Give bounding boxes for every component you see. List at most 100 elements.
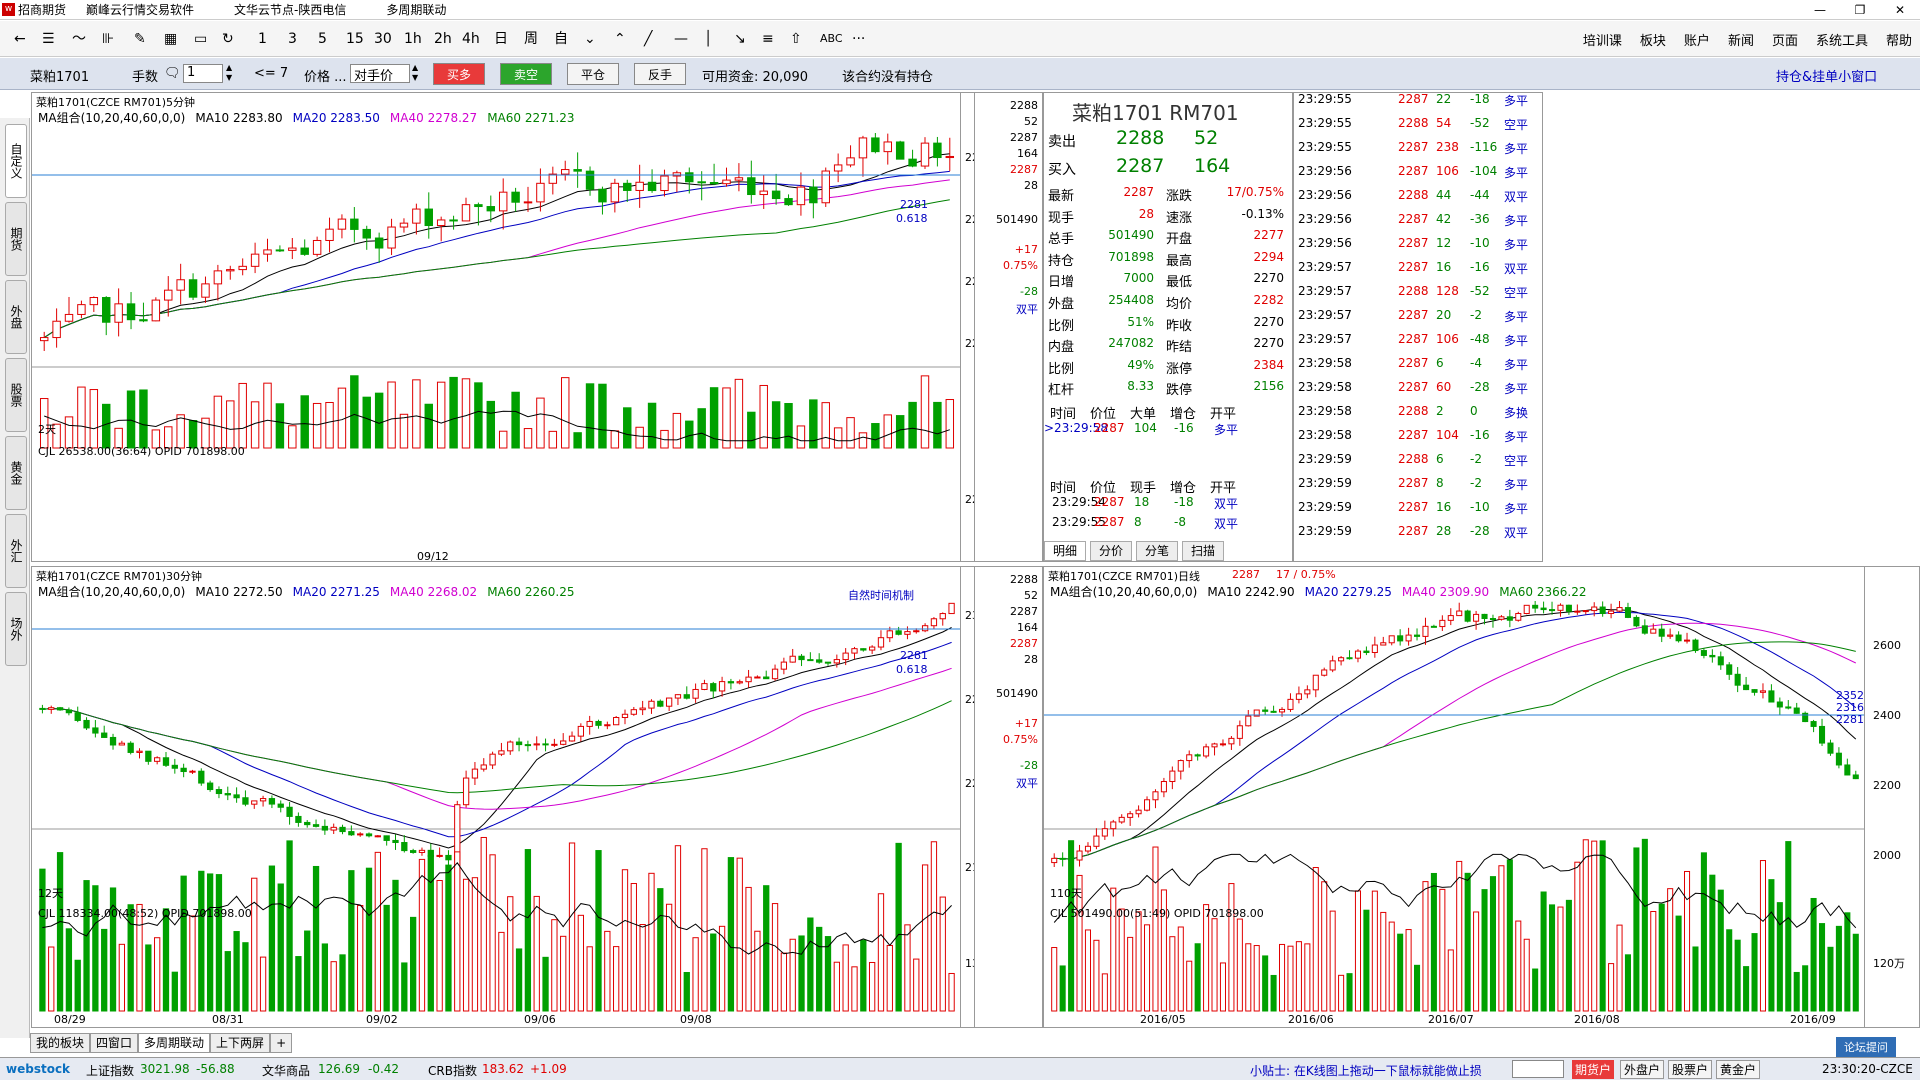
candle [747, 177, 756, 196]
candle [1262, 709, 1269, 712]
close-icon[interactable]: ✕ [1880, 0, 1920, 20]
chart-30min-panel[interactable]: 菜粕1701(CZCE RM701)30分钟 MA组合(10,20,40,60,… [31, 566, 1043, 1028]
more-tools-icon[interactable]: ··· [852, 30, 865, 48]
candle [727, 681, 735, 684]
side-tab-custom[interactable]: 自定义 [5, 124, 27, 198]
close-position-button[interactable]: 平仓 [567, 63, 619, 85]
chart-daily-canvas[interactable] [1044, 567, 1864, 1028]
volume-bar [1059, 965, 1066, 1012]
stock-account-button[interactable]: 股票户 [1668, 1060, 1713, 1079]
side-tab-forex[interactable]: 外汇 [5, 514, 27, 588]
restore-icon[interactable]: ❐ [1840, 0, 1880, 20]
period-30m[interactable]: 30 [374, 30, 392, 48]
chart-30min-canvas[interactable] [32, 567, 960, 1028]
table-icon[interactable]: ▦ [164, 30, 177, 48]
detail-tab[interactable]: 分价 [1090, 541, 1133, 561]
list-icon[interactable]: ☰ [42, 30, 55, 48]
days-30min: 12天 [38, 887, 63, 900]
save-icon[interactable]: ▭ [194, 30, 207, 48]
trend-icon[interactable]: 〜 [72, 30, 86, 48]
volume-bar [1414, 964, 1421, 1012]
menu-news[interactable]: 新闻 [1728, 30, 1754, 49]
position-window-link[interactable]: 持仓&挂单小窗口 [1776, 66, 1877, 85]
menu-page[interactable]: 页面 [1772, 30, 1798, 49]
tick-cell: -52 [1470, 116, 1490, 130]
forum-question-button[interactable]: 论坛提问 [1836, 1037, 1896, 1057]
menu-system-tools[interactable]: 系统工具 [1816, 30, 1868, 49]
period-1h[interactable]: 1h [404, 30, 422, 48]
period-15m[interactable]: 15 [346, 30, 364, 48]
buy-long-button[interactable]: 买多 [433, 63, 485, 85]
cur-order-header: 开平 [1210, 481, 1237, 496]
detail-tab[interactable]: 分笔 [1136, 541, 1179, 561]
menu-sector[interactable]: 板块 [1640, 30, 1666, 49]
candle [1101, 828, 1108, 837]
volume-bar [930, 841, 938, 1012]
candle [348, 831, 355, 836]
qty-stepper[interactable]: ▲ ▼ [226, 63, 232, 83]
period-4h[interactable]: 4h [462, 30, 480, 48]
side-tab-stocks[interactable]: 股票 [5, 358, 27, 432]
tab-multi-period[interactable]: 多周期联动 [138, 1033, 211, 1053]
candle [1354, 650, 1361, 659]
candle-icon[interactable]: ⊪ [102, 30, 114, 48]
menu-training[interactable]: 培训课 [1583, 30, 1622, 49]
period-5m[interactable]: 5 [318, 30, 327, 48]
volume-bar [188, 420, 198, 449]
volume-bar [321, 943, 329, 1012]
foreign-account-button[interactable]: 外盘户 [1620, 1060, 1665, 1079]
side-tab-futures[interactable]: 期货 [5, 202, 27, 276]
tab-my-sectors[interactable]: 我的板块 [30, 1033, 91, 1053]
chart-5min-panel[interactable]: 菜粕1701(CZCE RM701)5分钟 MA组合(10,20,40,60,0… [31, 92, 1043, 562]
menu-help[interactable]: 帮助 [1886, 30, 1912, 49]
tab-four-windows[interactable]: 四窗口 [90, 1033, 139, 1053]
self-icon[interactable]: 自 [554, 30, 568, 48]
vline-tool-icon[interactable]: │ [704, 30, 712, 48]
futures-account-button[interactable]: 期货户 [1572, 1060, 1615, 1079]
chart-daily-panel[interactable]: 菜粕1701(CZCE RM701)日线 2287 17 / 0.75% MA组… [1043, 566, 1920, 1028]
volume-bar [498, 931, 505, 1012]
down-chevron-icon[interactable]: ⌄ [584, 30, 596, 48]
text-tool-icon[interactable]: ABC [820, 30, 843, 48]
refresh-icon[interactable]: ↻ [222, 30, 234, 48]
tab-split-screen[interactable]: 上下两屏 [210, 1033, 271, 1053]
hline-tool-icon[interactable]: — [674, 30, 688, 48]
detail-tab[interactable]: 扫描 [1182, 541, 1225, 561]
reverse-button[interactable]: 反手 [634, 63, 686, 85]
order-icon[interactable]: ✎ [134, 30, 146, 48]
volume-bar [657, 888, 664, 1012]
menu-account[interactable]: 账户 [1684, 30, 1710, 49]
price-type-select[interactable]: 对手价 [350, 64, 410, 84]
candle [474, 204, 483, 208]
side-tab-foreign[interactable]: 外盘 [5, 280, 27, 354]
minimize-icon[interactable]: — [1800, 0, 1840, 20]
up-arrow-tool-icon[interactable]: ⇧ [790, 30, 802, 48]
tick-cell: -44 [1470, 188, 1490, 202]
volume-bar [648, 872, 655, 1012]
line-tool-icon[interactable]: ╱ [644, 30, 652, 48]
chart-5min-canvas[interactable] [32, 93, 960, 562]
detail-tab[interactable]: 明细 [1044, 541, 1087, 561]
side-tab-gold[interactable]: 黄金 [5, 436, 27, 510]
period-week[interactable]: 周 [524, 30, 538, 48]
up-chevron-icon[interactable]: ⌃ [614, 30, 626, 48]
period-2h[interactable]: 2h [434, 30, 452, 48]
qty-input[interactable]: 1 [183, 64, 223, 83]
gold-account-button[interactable]: 黄金户 [1716, 1060, 1761, 1079]
period-day[interactable]: 日 [494, 30, 508, 48]
ray-tool-icon[interactable]: ↘ [734, 30, 746, 48]
quote-label: 杠杆 [1048, 383, 1075, 399]
side-tab-otc[interactable]: 场外 [5, 592, 27, 666]
volume-bar [1726, 929, 1733, 1012]
order-contract[interactable]: 菜粕1701 [30, 66, 89, 85]
channel-tool-icon[interactable]: ≡ [762, 30, 774, 48]
cur-order-cell: 双平 [1214, 517, 1239, 531]
tip-input[interactable] [1512, 1060, 1564, 1078]
back-icon[interactable]: ← [14, 30, 26, 48]
sell-short-button[interactable]: 卖空 [500, 63, 552, 85]
period-3m[interactable]: 3 [288, 30, 297, 48]
add-tab-button[interactable]: + [270, 1033, 293, 1053]
price-stepper[interactable]: ▲ ▼ [412, 63, 418, 83]
candle [449, 219, 458, 222]
period-1m[interactable]: 1 [258, 30, 267, 48]
